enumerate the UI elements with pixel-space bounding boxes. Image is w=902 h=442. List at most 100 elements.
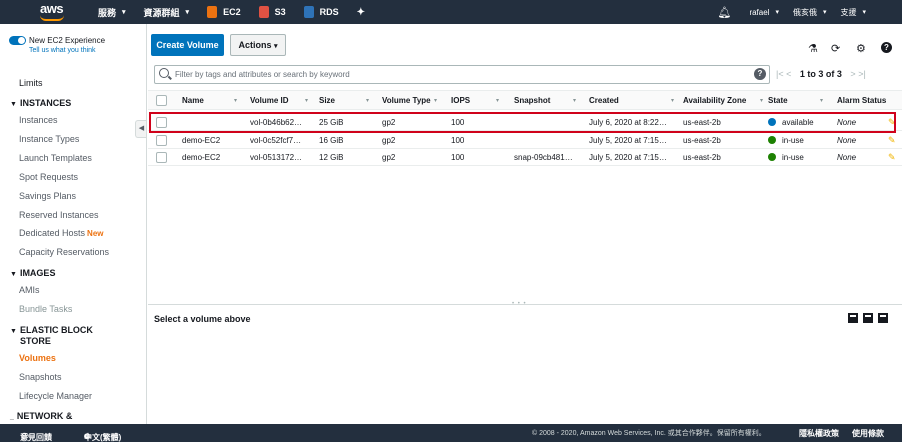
flask-icon[interactable]: ⚗ [808,42,818,55]
sidebar-section-label: INSTANCES [19,98,72,108]
sort-icon: ▾ [366,98,370,104]
column-label: Volume ID [250,96,289,105]
sidebar-item-capacity-reservations[interactable]: Capacity Reservations [19,247,109,257]
column-snapshot[interactable]: Snapshot ▾ [514,96,576,105]
next-page-icon[interactable]: > [850,69,855,79]
sidebar-section-label: IMAGES [19,268,56,278]
footer: 💬︎ 意見回饋 🌐︎ 中文(繁體) © 2008 - 2020, Amazon … [0,424,902,442]
alarm-bell-icon[interactable]: ✎ [888,135,896,146]
collapse-sidebar-icon[interactable]: ◀ [135,120,146,138]
region-menu[interactable]: 俄亥俄 ▾ [793,7,827,18]
column-alarm-status[interactable]: Alarm Status [837,96,886,105]
column-size[interactable]: Size ▾ [319,96,369,105]
shortcut-ec2-label: EC2 [223,7,241,17]
shortcut-rds[interactable]: RDS [303,6,339,18]
copyright-text: © 2008 - 2020, Amazon Web Services, Inc.… [532,430,766,437]
sidebar-item-launch-templates[interactable]: Launch Templates [19,153,92,163]
column-state[interactable]: State ▾ [768,96,823,105]
new-badge: New [87,229,104,238]
sidebar-section-label-line1: ELASTIC BLOCK [19,325,93,335]
search-help-icon[interactable]: ? [754,68,766,80]
sidebar-item-spot-requests[interactable]: Spot Requests [19,172,78,182]
aws-logo[interactable]: aws [38,0,86,24]
shortcut-ec2[interactable]: EC2 [207,6,241,18]
sidebar-item-savings-plans[interactable]: Savings Plans [19,191,76,201]
sort-icon: ▾ [671,98,675,104]
sort-icon: ▾ [573,98,577,104]
column-volume-type[interactable]: Volume Type ▾ [382,96,437,105]
cell-iops: 100 [451,153,465,162]
page-count: 1 to 3 of 3 [799,69,842,79]
sort-icon: ▾ [760,98,764,104]
s3-icon [258,6,269,18]
cell-size: 12 GiB [319,153,344,162]
refresh-icon[interactable]: ⟳ [831,42,840,55]
support-menu[interactable]: 支援 ▾ [840,7,866,18]
cell-name: demo-EC2 [182,136,221,145]
cell-state: in-use [782,136,804,145]
terms-link[interactable]: 使用條款 [852,428,884,439]
create-volume-button[interactable]: Create Volume [151,34,224,56]
privacy-link[interactable]: 隱私權政策 [799,428,839,439]
cell-iops: 100 [451,136,465,145]
services-menu[interactable]: 服務 ▾ [98,6,126,19]
table-row[interactable]: demo-EC2 vol-0c52fcf7… 16 GiB gp2 100 Ju… [148,132,902,149]
resource-groups-menu[interactable]: 資源群組 ▾ [144,6,190,19]
toggle-switch[interactable] [9,36,26,45]
column-availability-zone[interactable]: Availability Zone ▾ [683,96,763,105]
sidebar-section-network[interactable]: _ NETWORK & [10,411,72,421]
column-iops[interactable]: IOPS ▾ [451,96,499,105]
sidebar-item-dedicated-hosts[interactable]: Dedicated Hosts New [19,228,104,238]
select-all-checkbox[interactable] [156,95,167,106]
bell-icon[interactable]: 🔔︎ [717,6,731,19]
row-checkbox[interactable] [156,152,167,163]
user-menu[interactable]: rafael ▾ [749,8,779,17]
column-volume-id[interactable]: Volume ID ▾ [250,96,308,105]
sidebar-section-ebs[interactable]: ▼ ELASTIC BLOCK [10,325,93,335]
sidebar-item-reserved-instances[interactable]: Reserved Instances [19,210,99,220]
layout-split-icon[interactable] [863,313,873,323]
sidebar-item-instances[interactable]: Instances [19,115,58,125]
shortcut-s3[interactable]: S3 [258,6,286,18]
search-input[interactable]: Filter by tags and attributes or search … [154,65,770,84]
actions-button[interactable]: Actions ▾ [230,34,286,56]
cell-created: July 5, 2020 at 7:15… [589,136,667,145]
sidebar-section-instances[interactable]: ▼ INSTANCES [10,98,71,108]
region-name: 俄亥俄 [792,7,817,17]
alarm-bell-icon[interactable]: ✎ [888,152,896,163]
table-row[interactable]: demo-EC2 vol-0513172… 12 GiB gp2 100 sna… [148,149,902,166]
sidebar-item-lifecycle-manager[interactable]: Lifecycle Manager [19,391,92,401]
column-label: IOPS [451,96,471,105]
aws-logo-text: aws [40,1,64,16]
row-checkbox[interactable] [156,135,167,146]
feedback-link[interactable]: Tell us what you think [29,47,96,54]
sidebar-item-limits[interactable]: Limits [19,78,43,88]
sidebar-item-instance-types[interactable]: Instance Types [19,134,79,144]
actions-label: Actions [238,40,272,50]
first-page-icon[interactable]: |< [776,69,784,79]
column-name[interactable]: Name ▾ [182,96,237,105]
sidebar-item-bundle-tasks[interactable]: Bundle Tasks [19,304,72,314]
sidebar-item-amis[interactable]: AMIs [19,285,40,295]
new-experience-title: New EC2 Experience [29,36,106,45]
layout-top-icon[interactable] [878,313,888,323]
gear-icon[interactable]: ⚙ [856,42,866,55]
help-icon[interactable]: ? [881,42,892,53]
sidebar-section-images[interactable]: ▼ IMAGES [10,268,55,278]
prev-page-icon[interactable]: < [786,69,791,79]
cell-snapshot: snap-09cb481… [514,153,573,162]
last-page-icon[interactable]: >| [858,69,866,79]
resize-handle-icon[interactable]: • • • [512,301,527,307]
language-label: 中文(繁體) [84,433,122,442]
pin-icon[interactable]: ✦ [357,7,365,18]
sidebar-item-snapshots[interactable]: Snapshots [19,372,62,382]
sort-icon: ▾ [305,98,309,104]
layout-bottom-icon[interactable] [848,313,858,323]
sidebar-item-volumes[interactable]: Volumes [19,353,56,363]
cell-name: demo-EC2 [182,153,221,162]
chevron-down-icon: ▾ [122,9,126,16]
feedback-label: 意見回饋 [20,433,52,442]
chevron-down-icon: ▾ [775,9,779,16]
column-created[interactable]: Created ▾ [589,96,674,105]
cell-volume-type: gp2 [382,136,396,145]
